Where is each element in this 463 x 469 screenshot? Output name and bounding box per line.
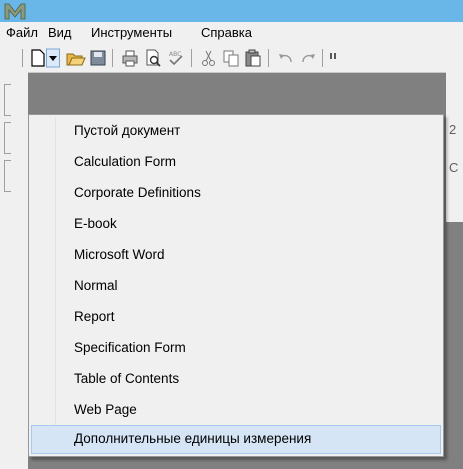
menu-item-additional-units[interactable]: Дополнительные единицы измерения [31,425,441,454]
menu-item-label: Corporate Definitions [74,185,201,200]
menu-item-calculation-form[interactable]: Calculation Form [31,148,441,177]
menu-item-specification-form[interactable]: Specification Form [31,334,441,363]
menu-item-web-page[interactable]: Web Page [31,396,441,425]
cut-icon[interactable] [199,48,219,68]
menu-tools[interactable]: Инструменты [91,25,172,40]
menu-bar: Файл Вид Инструменты Справка [0,22,463,44]
toolbar-overflow-icon[interactable] [328,48,338,68]
svg-text:ABC: ABC [169,51,181,58]
menu-item-label: Table of Contents [74,371,180,386]
background-fragment: 2 [449,122,457,137]
copy-icon[interactable] [221,48,241,68]
undo-icon[interactable] [276,48,296,68]
menu-item-corporate-definitions[interactable]: Corporate Definitions [31,179,441,208]
new-document-icon[interactable] [28,48,48,68]
menu-item-label: Дополнительные единицы измерения [74,431,312,446]
menu-item-normal[interactable]: Normal [31,272,441,301]
menu-item-label: Microsoft Word [74,247,165,262]
menu-item-label: Specification Form [74,340,186,355]
save-icon[interactable] [88,48,108,68]
background-panel-right: 2 C [446,72,463,222]
background-panel-left [0,72,28,469]
toolbar-separator [191,49,192,67]
menu-item-report[interactable]: Report [31,303,441,332]
spellcheck-icon[interactable]: ABC [166,48,186,68]
dropdown-arrow-icon[interactable] [46,48,60,68]
menu-item-label: Пустой документ [74,123,181,138]
menu-file[interactable]: Файл [6,25,38,40]
toolbar-separator [322,49,323,67]
menu-item-microsoft-word[interactable]: Microsoft Word [31,241,441,270]
toolbar-separator [268,49,269,67]
menu-item-label: Web Page [74,402,137,417]
menu-item-label: Calculation Form [74,154,177,169]
toolbar-grip [22,49,23,67]
background-fragment: C [449,160,459,175]
print-preview-icon[interactable] [143,48,163,68]
open-folder-icon[interactable] [66,48,86,68]
toolbar: ABC [0,44,463,73]
menu-item-table-of-contents[interactable]: Table of Contents [31,365,441,394]
menu-help[interactable]: Справка [201,25,252,40]
toolbar-separator [112,49,113,67]
ruler-edge [4,122,11,154]
menu-item-blank-document[interactable]: Пустой документ [31,117,441,146]
title-bar [0,0,463,22]
menu-item-label: Normal [74,278,118,293]
menu-item-e-book[interactable]: E-book [31,210,441,239]
new-document-dropdown-menu: Пустой документ Calculation Form Corpora… [28,114,444,457]
ruler-edge [4,84,11,116]
menu-item-label: Report [74,309,115,324]
menu-view[interactable]: Вид [48,25,72,40]
redo-icon[interactable] [298,48,318,68]
paste-icon[interactable] [243,48,263,68]
ruler-edge [4,160,11,192]
app-logo-icon [4,3,26,20]
print-icon[interactable] [120,48,140,68]
menu-item-label: E-book [74,216,117,231]
